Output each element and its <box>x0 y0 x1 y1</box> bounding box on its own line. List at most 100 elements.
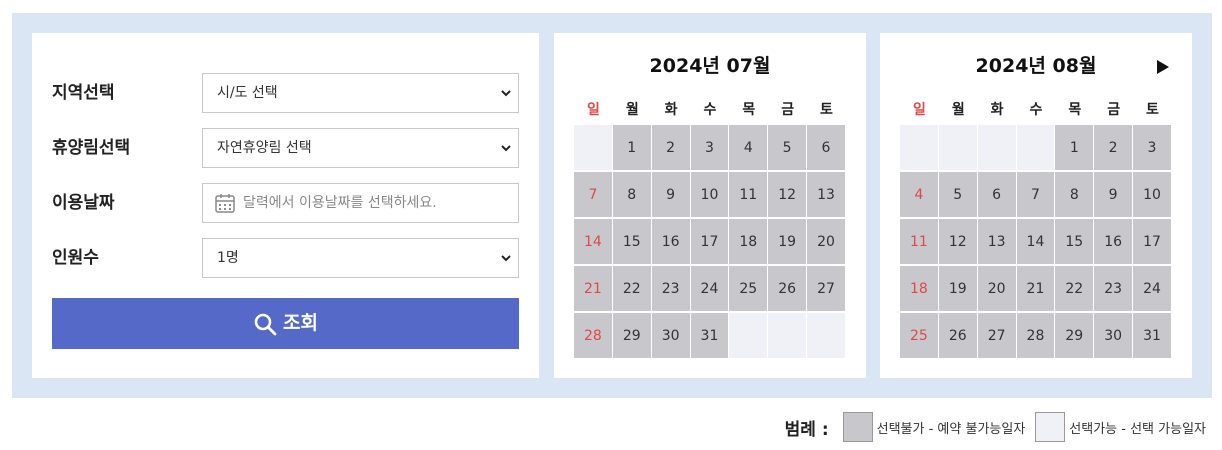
calendar-empty-cell <box>977 125 1017 171</box>
calendar-day[interactable]: 20 <box>807 219 846 265</box>
calendar-day[interactable]: 16 <box>651 219 691 265</box>
calendar-day[interactable]: 5 <box>938 172 978 218</box>
next-month-arrow-icon[interactable] <box>1156 59 1170 75</box>
calendar-day[interactable]: 23 <box>651 266 691 312</box>
region-select-value: 시/도 선택 <box>217 85 278 101</box>
calendar-day[interactable]: 19 <box>768 219 808 265</box>
calendar-title: 2024년 08월 <box>975 55 1097 77</box>
calendar-day[interactable]: 26 <box>768 266 808 312</box>
legend-unavailable-swatch <box>842 412 873 442</box>
calendar-day[interactable]: 22 <box>1055 266 1095 312</box>
search-button[interactable]: 조회 <box>52 298 519 349</box>
calendar-day[interactable]: 1 <box>612 125 652 171</box>
calendar-day[interactable]: 29 <box>1055 313 1095 359</box>
calendar-day[interactable]: 6 <box>977 172 1017 218</box>
calendar-day[interactable]: 17 <box>1133 219 1172 265</box>
calendar-day[interactable]: 20 <box>977 266 1017 312</box>
calendar-day[interactable]: 18 <box>729 219 769 265</box>
calendar-day[interactable]: 13 <box>807 172 846 218</box>
calendar-day[interactable]: 12 <box>768 172 808 218</box>
weekday-header: 일월화수목금토 <box>900 99 1172 119</box>
weekday-label: 목 <box>742 102 756 118</box>
calendar-day[interactable]: 28 <box>1016 313 1056 359</box>
calendar-week: 25 26 27 28 29 30 31 <box>900 313 1172 360</box>
calendar-day[interactable]: 4 <box>900 172 939 218</box>
calendar-day[interactable]: 8 <box>1055 172 1095 218</box>
calendar-day[interactable]: 21 <box>1016 266 1056 312</box>
calendar-day[interactable]: 13 <box>977 219 1017 265</box>
calendar-day[interactable]: 2 <box>651 125 691 171</box>
weekday-label: 목 <box>1068 102 1082 118</box>
calendar-day[interactable]: 21 <box>574 266 613 312</box>
calendar-day[interactable]: 14 <box>1016 219 1056 265</box>
weekday-label: 수 <box>703 102 717 118</box>
chevron-down-icon <box>501 255 511 262</box>
calendar-week: 123456 <box>574 125 846 172</box>
forest-row: 휴양림선택 자연휴양림 선택 <box>52 128 519 168</box>
chevron-down-icon <box>501 145 511 152</box>
calendar-day[interactable]: 15 <box>612 219 652 265</box>
calendar-day[interactable]: 31 <box>690 313 730 359</box>
forest-select[interactable]: 자연휴양림 선택 <box>202 128 519 168</box>
calendar-day[interactable]: 9 <box>1094 172 1134 218</box>
calendar-day[interactable]: 14 <box>574 219 613 265</box>
calendar-title: 2024년 07월 <box>649 55 771 77</box>
calendar-day[interactable]: 18 <box>900 266 939 312</box>
calendar-empty-cell <box>768 313 808 359</box>
calendar-day[interactable]: 5 <box>768 125 808 171</box>
weekday-label: 토 <box>1146 102 1159 118</box>
calendar-day[interactable]: 30 <box>1094 313 1134 359</box>
calendar-day[interactable]: 15 <box>1055 219 1095 265</box>
region-select[interactable]: 시/도 선택 <box>202 73 519 113</box>
calendar-day[interactable]: 27 <box>977 313 1017 359</box>
calendar-day[interactable]: 19 <box>938 266 978 312</box>
calendar-day[interactable]: 4 <box>729 125 769 171</box>
people-select-value: 1명 <box>217 250 239 266</box>
calendar-day[interactable]: 3 <box>690 125 730 171</box>
calendar-day[interactable]: 7 <box>1016 172 1056 218</box>
calendar-day[interactable]: 11 <box>900 219 939 265</box>
weekday-label: 금 <box>1107 102 1121 118</box>
forest-label: 휴양림선택 <box>52 138 131 158</box>
calendar-day[interactable]: 2 <box>1094 125 1134 171</box>
calendar-day[interactable]: 7 <box>574 172 613 218</box>
calendar-week: 18 19 20 21 22 23 24 <box>900 266 1172 313</box>
weekday-label: 일 <box>586 102 600 118</box>
calendar-empty-cell <box>574 125 613 171</box>
people-select[interactable]: 1명 <box>202 238 519 278</box>
calendar-day[interactable]: 9 <box>651 172 691 218</box>
calendar-day[interactable]: 11 <box>729 172 769 218</box>
calendar-day[interactable]: 16 <box>1094 219 1134 265</box>
calendar-day[interactable]: 6 <box>807 125 846 171</box>
calendar-day[interactable]: 31 <box>1133 313 1172 359</box>
region-row: 지역선택 시/도 선택 <box>52 73 519 113</box>
calendar-day[interactable]: 25 <box>900 313 939 359</box>
calendar-day[interactable]: 25 <box>729 266 769 312</box>
weekday-label: 일 <box>912 102 926 118</box>
calendar-day[interactable]: 17 <box>690 219 730 265</box>
weekday-header: 일월화수목금토 <box>574 99 846 119</box>
calendar-day[interactable]: 12 <box>938 219 978 265</box>
calendar-day[interactable]: 1 <box>1055 125 1095 171</box>
calendar-day[interactable]: 24 <box>690 266 730 312</box>
calendar-day[interactable]: 8 <box>612 172 652 218</box>
date-input[interactable]: 달력에서 이용날짜를 선택하세요. <box>202 183 519 223</box>
calendar-icon <box>215 194 235 213</box>
calendar-empty-cell <box>938 125 978 171</box>
calendar-day[interactable]: 22 <box>612 266 652 312</box>
calendar-day[interactable]: 27 <box>807 266 846 312</box>
calendar-day[interactable]: 3 <box>1133 125 1172 171</box>
calendar-day[interactable]: 10 <box>1133 172 1172 218</box>
calendar-day[interactable]: 24 <box>1133 266 1172 312</box>
calendar-day[interactable]: 10 <box>690 172 730 218</box>
legend: 범례 : 선택불가 - 예약 불가능일자 선택가능 - 선택 가능일자 <box>785 410 1206 444</box>
date-label: 이용날짜 <box>52 193 115 213</box>
weekday-label: 화 <box>664 102 678 118</box>
calendar-day[interactable]: 23 <box>1094 266 1134 312</box>
calendar-day[interactable]: 26 <box>938 313 978 359</box>
calendar-day[interactable]: 28 <box>574 313 613 359</box>
calendar-empty-cell <box>807 313 846 359</box>
calendar-day[interactable]: 30 <box>651 313 691 359</box>
calendar-week: 11 12 13 14 15 16 17 <box>900 219 1172 266</box>
calendar-day[interactable]: 29 <box>612 313 652 359</box>
